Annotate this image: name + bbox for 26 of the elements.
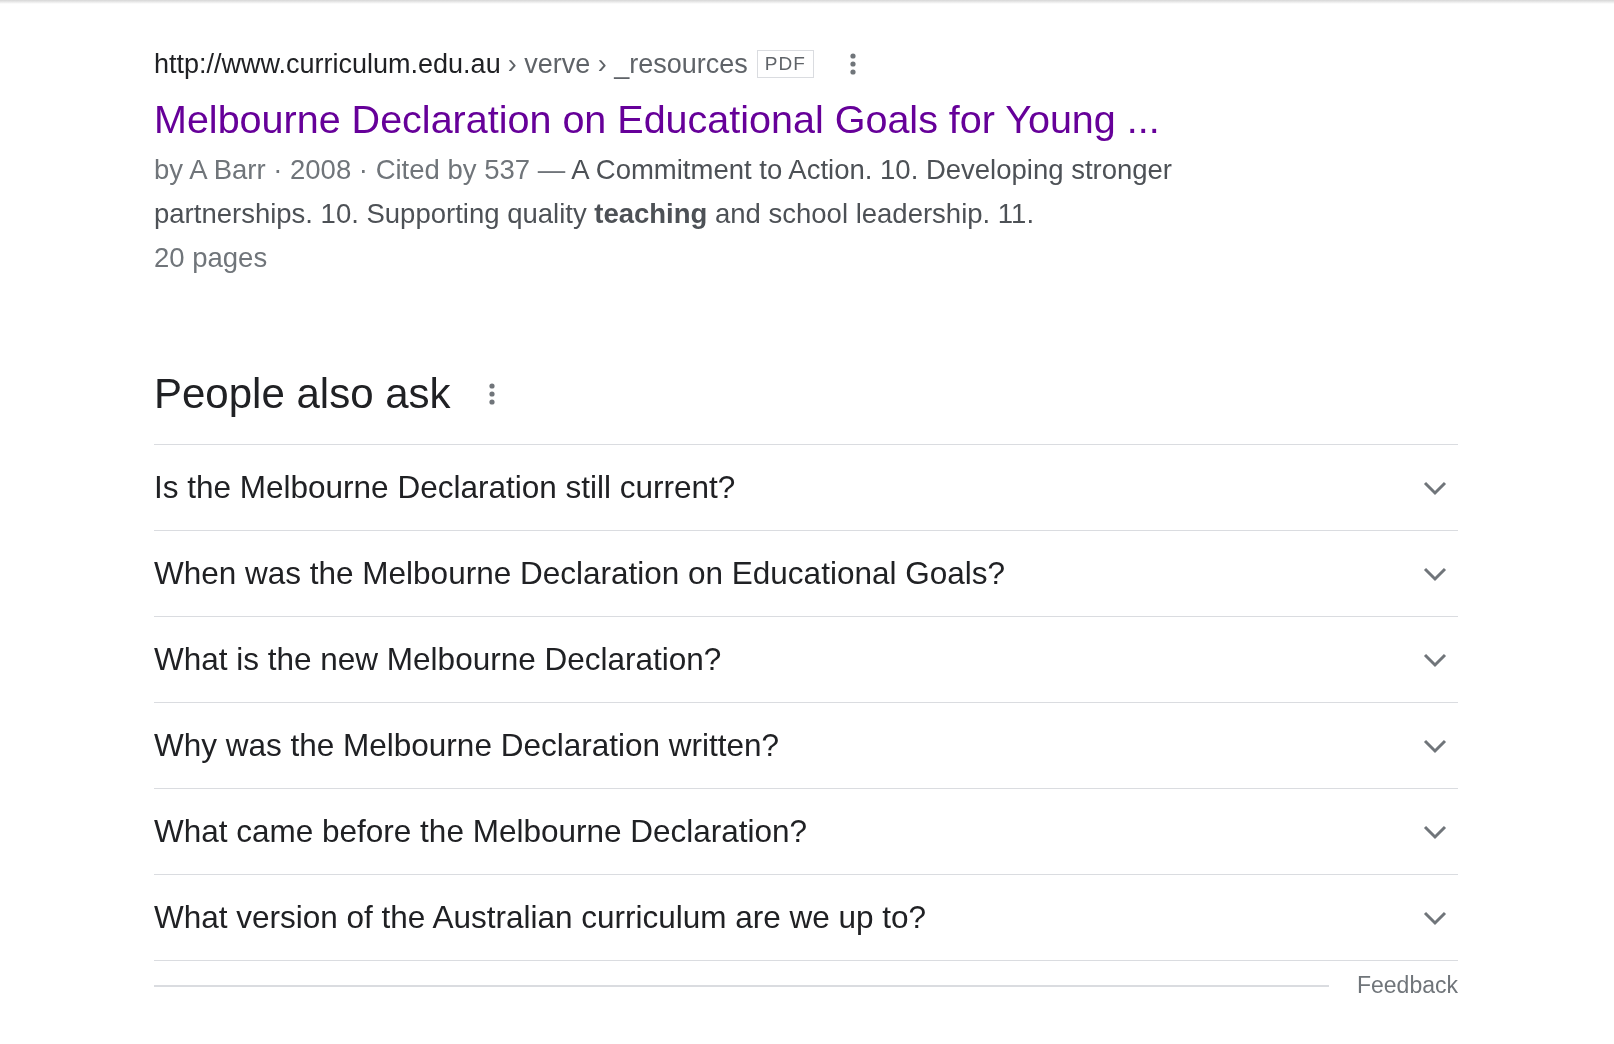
question-row[interactable]: Is the Melbourne Declaration still current? — [154, 445, 1458, 531]
question-row[interactable]: What version of the Australian curriculum are we up to? — [154, 875, 1458, 961]
chevron-icon — [1422, 479, 1448, 496]
question-text: What came before the Melbourne Declaration? — [154, 813, 808, 850]
chevron-icon — [1422, 737, 1448, 754]
result-url: http://www.curriculum.edu.au — [154, 48, 501, 80]
result-snippet: by A Barr · 2008 · Cited by 537 — A Commitment to Action. 10. Developing stronger partnerships. 10. Supporting quality teaching and school leadership. 11. — [154, 153, 1174, 231]
file-type-label: PDF — [756, 50, 814, 78]
question-row[interactable]: Why was the Melbourne Declaration written? — [154, 703, 1458, 789]
question-text: Is the Melbourne Declaration still current? — [154, 469, 736, 506]
chevron-icon — [1422, 823, 1448, 840]
question-text: What is the new Melbourne Declaration? — [154, 641, 722, 678]
page-count: 20 pages — [154, 241, 269, 275]
question-text: What version of the Australian curriculum are we up to? — [154, 899, 927, 936]
question-row[interactable]: When was the Melbourne Declaration on Educational Goals? — [154, 531, 1458, 617]
chevron-icon — [1422, 565, 1448, 582]
question-row[interactable]: What came before the Melbourne Declaration? — [154, 789, 1458, 875]
section-heading: People also ask — [154, 370, 451, 418]
result-title-link[interactable]: Melbourne Declaration on Educational Goals for Young ... — [154, 96, 1160, 142]
chevron-icon — [1422, 651, 1448, 668]
result-path: › verve › _resources — [507, 48, 748, 80]
question-text: When was the Melbourne Declaration on Educational Goals? — [154, 555, 1005, 592]
feedback-link[interactable]: Feedback — [1357, 960, 1458, 1011]
question-row[interactable]: What is the new Melbourne Declaration? — [154, 617, 1458, 703]
question-text: Why was the Melbourne Declaration written? — [154, 727, 780, 764]
chevron-icon — [1422, 909, 1448, 926]
